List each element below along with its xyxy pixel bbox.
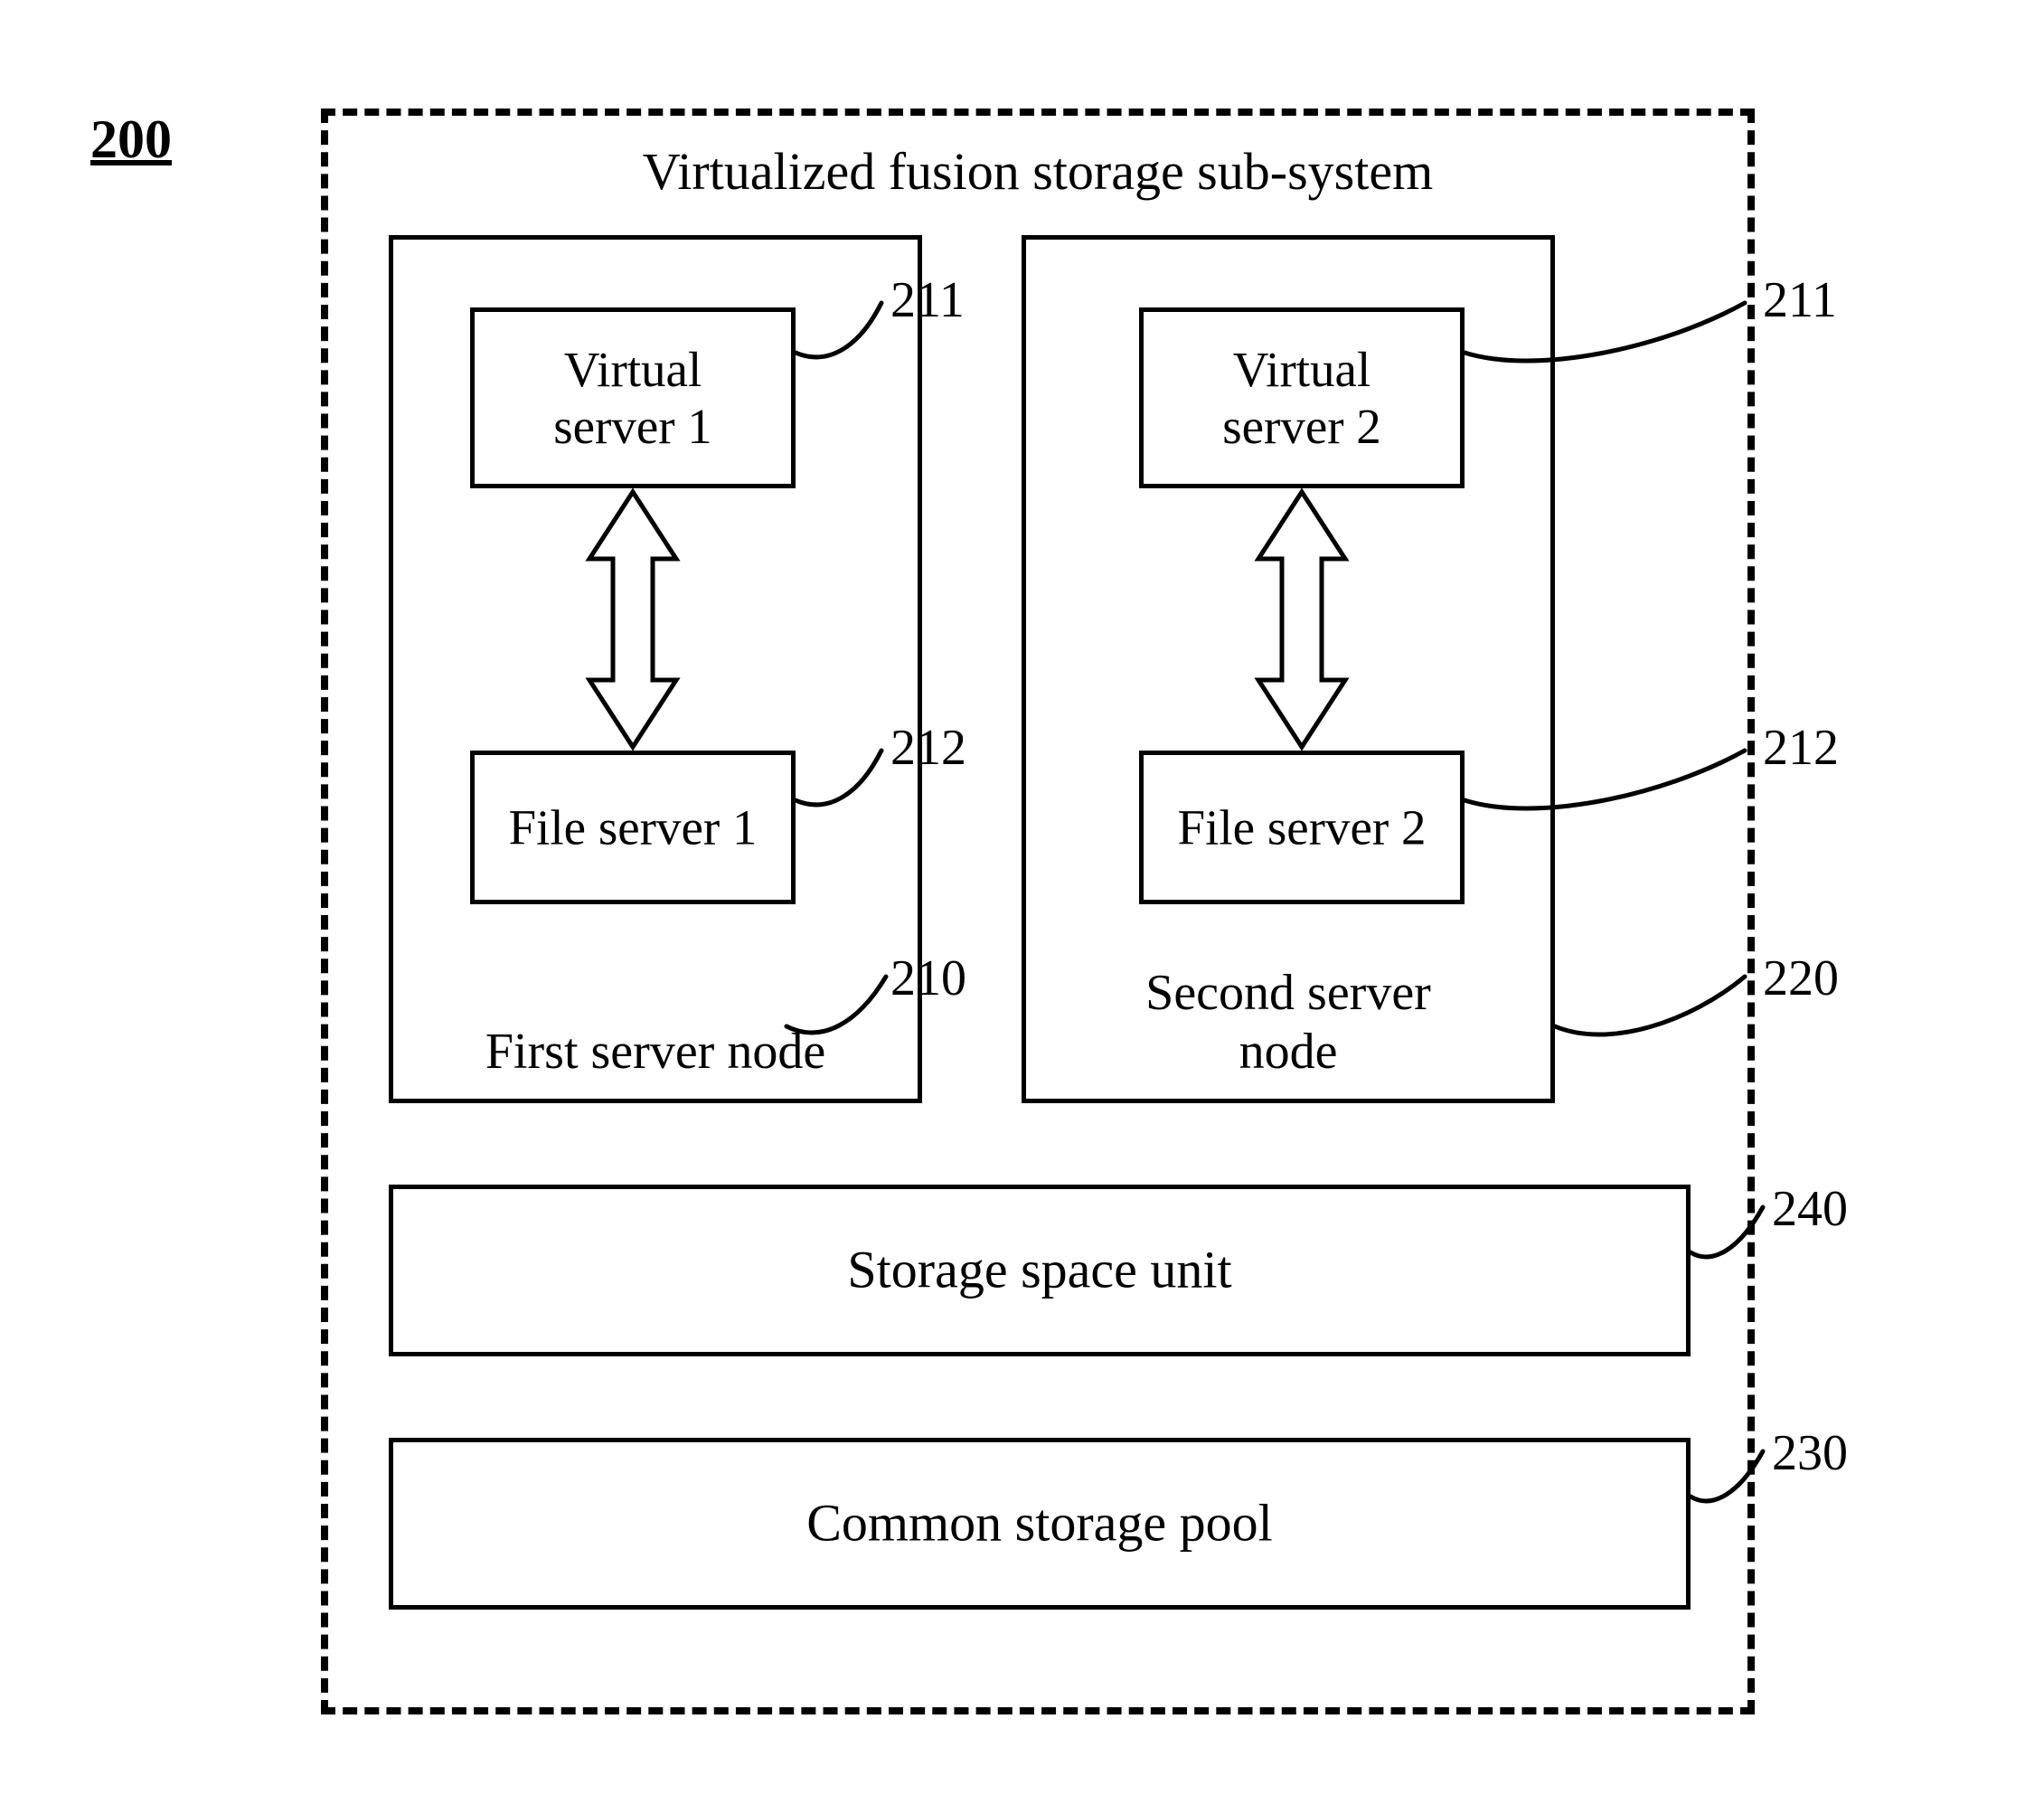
outer-subsystem-title: Virtualized fusion storage sub-system [328,141,1747,202]
virtual-server-1-label: Virtual server 1 [475,341,791,456]
ref-node2: 220 [1763,949,1839,1007]
common-storage-pool-label: Common storage pool [393,1494,1686,1554]
ref-vs1: 211 [890,271,965,329]
ref-ssu: 240 [1772,1180,1848,1238]
ref-csp: 230 [1772,1424,1848,1482]
storage-space-unit-box: Storage space unit [389,1185,1691,1356]
bidirectional-arrow-icon [1248,488,1356,751]
leader-line-icon [787,972,895,1053]
leader-line-icon [1465,298,1754,380]
bidirectional-arrow-icon [579,488,687,751]
file-server-2-box: File server 2 [1139,751,1465,904]
ref-vs2: 211 [1763,271,1837,329]
leader-line-icon [1465,746,1754,827]
leader-line-icon [1555,972,1754,1053]
second-server-node-label: Second server node [1026,964,1550,1081]
ref-fs2: 212 [1763,719,1839,777]
virtual-server-2-label: Virtual server 2 [1144,341,1460,456]
file-server-1-box: File server 1 [470,751,796,904]
file-server-1-label: File server 1 [475,798,791,855]
ref-fs1: 212 [890,719,966,777]
leader-line-icon [1691,1203,1772,1275]
figure-number: 200 [90,109,172,171]
leader-line-icon [1691,1447,1772,1519]
ref-node1: 210 [890,949,966,1007]
storage-space-unit-label: Storage space unit [393,1241,1686,1301]
leader-line-icon [796,298,895,380]
virtual-server-2-box: Virtual server 2 [1139,307,1465,488]
file-server-2-label: File server 2 [1144,798,1460,855]
virtual-server-1-box: Virtual server 1 [470,307,796,488]
leader-line-icon [796,746,895,827]
common-storage-pool-box: Common storage pool [389,1438,1691,1610]
